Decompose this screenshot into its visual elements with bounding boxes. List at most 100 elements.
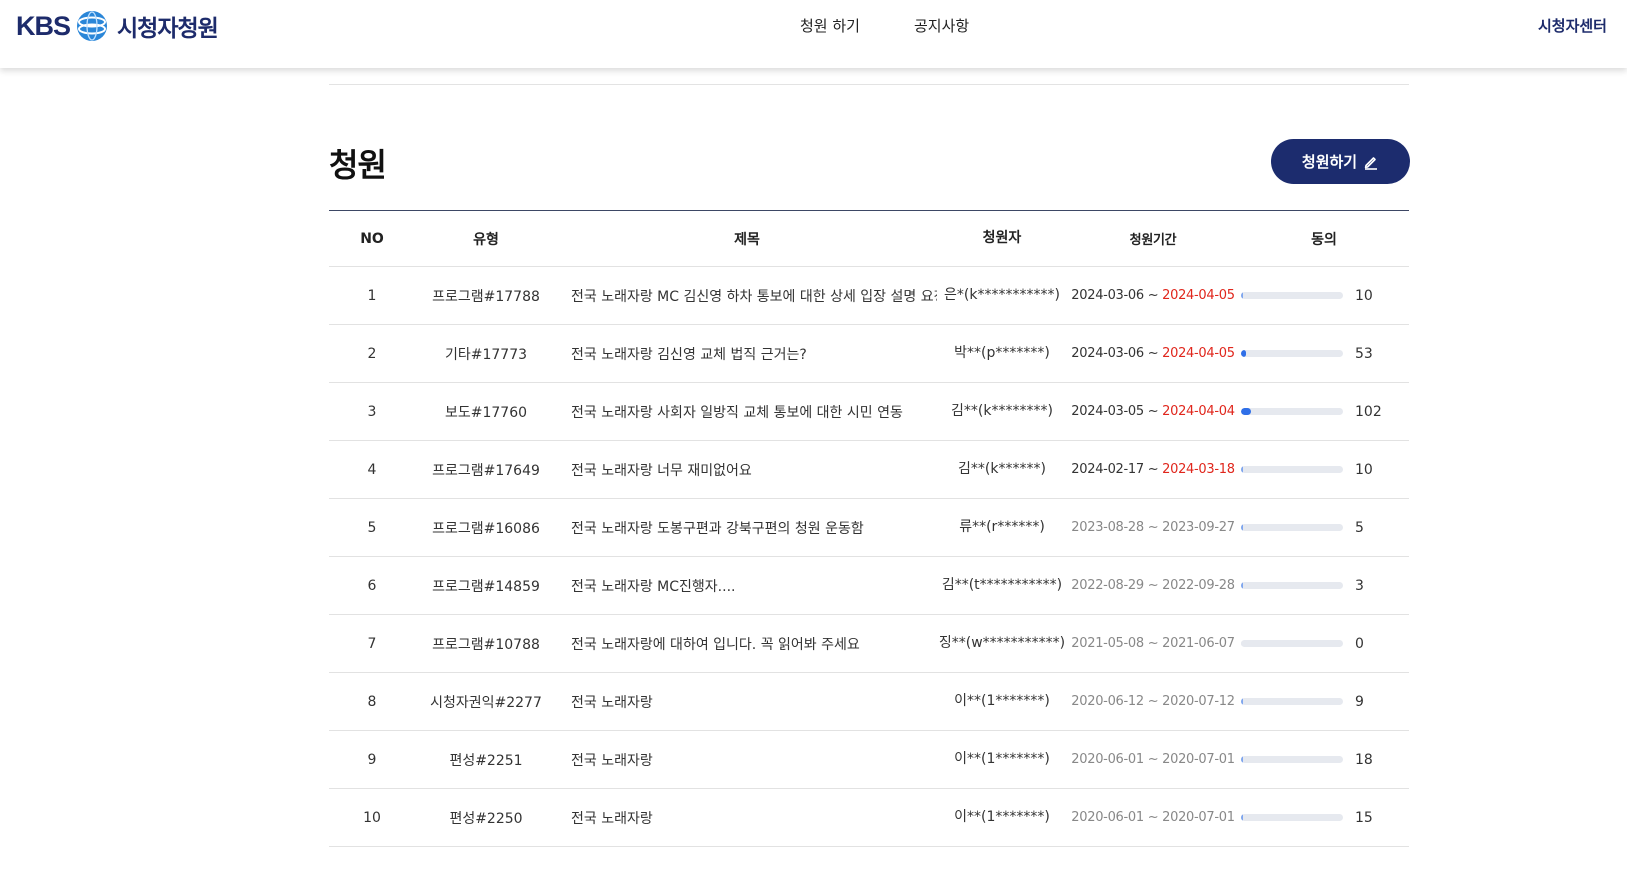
row-type: 프로그램#14859 [432, 578, 540, 595]
period-end: 2020-07-01 [1162, 810, 1235, 825]
table-row[interactable]: 2 기타#17773 전국 노래자랑 김신영 교체 법직 근거는? 박**(p****… [329, 325, 1409, 383]
row-period: 2022-08-29 ~ 2022-09-28 [1067, 578, 1239, 593]
agree-count: 10 [1355, 287, 1373, 304]
agree-progress-bar [1241, 292, 1343, 299]
agree-count: 9 [1355, 693, 1364, 710]
period-start: 2020-06-01 [1071, 752, 1144, 767]
row-type: 편성#2250 [449, 810, 523, 827]
row-no: 6 [367, 577, 377, 594]
nav-petition[interactable]: 청원 하기 [800, 15, 860, 36]
period-separator: ~ [1143, 404, 1163, 419]
kbs-logo[interactable]: KBS 시청자청원 [16, 8, 219, 44]
agree-progress-fill [1241, 698, 1243, 705]
row-author: 은*(k***********) [944, 287, 1060, 303]
period-start: 2024-03-06 [1071, 288, 1144, 303]
write-petition-button-label: 청원하기 [1301, 153, 1358, 171]
period-separator: ~ [1143, 462, 1163, 477]
row-title-link[interactable]: 전국 노래자랑 김신영 교체 법직 근거는? [557, 344, 937, 364]
row-author: 이**(1*******) [954, 809, 1050, 825]
col-header-agree: 동의 [1311, 231, 1337, 248]
divider [329, 84, 1409, 85]
agree-progress-fill [1241, 408, 1251, 415]
agree-progress-fill [1241, 640, 1242, 647]
agree-progress-bar [1241, 408, 1343, 415]
period-end: 2023-09-27 [1162, 520, 1235, 535]
row-period: 2024-03-05 ~ 2024-04-04 [1067, 404, 1239, 419]
row-agree: 18 [1239, 752, 1409, 768]
row-author: 류**(r******) [959, 519, 1045, 535]
row-no: 4 [367, 461, 377, 478]
row-period: 2021-05-08 ~ 2021-06-07 [1067, 636, 1239, 651]
agree-count: 0 [1355, 635, 1364, 652]
site-header: KBS 시청자청원 청원 하기 공지사항 시청자센터 [0, 0, 1627, 68]
page-title: 청원 [329, 146, 387, 184]
agree-count: 10 [1355, 461, 1373, 478]
row-title-link[interactable]: 전국 노래자랑 [557, 692, 937, 712]
row-period: 2024-03-06 ~ 2024-04-05 [1067, 288, 1239, 303]
row-title-link[interactable]: 전국 노래자랑 [557, 750, 937, 770]
period-end: 2024-04-05 [1162, 346, 1235, 361]
row-no: 2 [367, 345, 377, 362]
viewer-center-link[interactable]: 시청자센터 [1538, 15, 1607, 36]
row-title-link[interactable]: 전국 노래자랑 MC 김신영 하차 통보에 대한 상세 입장 설명 요청 [557, 286, 937, 306]
period-end: 2020-07-01 [1162, 752, 1235, 767]
table-row[interactable]: 7 프로그램#10788 전국 노래자랑에 대하여 입니다. 꼭 읽어봐 주세요 징*… [329, 615, 1409, 673]
row-no: 7 [367, 635, 377, 652]
row-type: 시청자권익#2277 [430, 694, 542, 711]
agree-count: 5 [1355, 519, 1364, 536]
row-title-link[interactable]: 전국 노래자랑에 대하여 입니다. 꼭 읽어봐 주세요 [557, 634, 937, 654]
period-end: 2021-06-07 [1162, 636, 1235, 651]
table-row[interactable]: 5 프로그램#16086 전국 노래자랑 도봉구편과 강북구편의 청원 운동함 류**… [329, 499, 1409, 557]
table-body: 1 프로그램#17788 전국 노래자랑 MC 김신영 하차 통보에 대한 상세 입… [329, 267, 1409, 847]
agree-progress-bar [1241, 814, 1343, 821]
period-separator: ~ [1143, 810, 1163, 825]
row-agree: 53 [1239, 346, 1409, 362]
col-header-title: 제목 [734, 231, 760, 248]
kbs-logo-text: KBS [16, 10, 71, 41]
agree-count: 18 [1355, 751, 1373, 768]
row-type: 프로그램#17788 [432, 288, 540, 305]
row-period: 2024-03-06 ~ 2024-04-05 [1067, 346, 1239, 361]
row-title-link[interactable]: 전국 노래자랑 너무 재미없어요 [557, 460, 937, 480]
table-row[interactable]: 1 프로그램#17788 전국 노래자랑 MC 김신영 하차 통보에 대한 상세 입… [329, 267, 1409, 325]
table-row[interactable]: 4 프로그램#17649 전국 노래자랑 너무 재미없어요 김**(k******) 2… [329, 441, 1409, 499]
nav-notice[interactable]: 공지사항 [914, 15, 969, 36]
agree-progress-fill [1241, 814, 1243, 821]
period-separator: ~ [1143, 578, 1163, 593]
period-end: 2020-07-12 [1162, 694, 1235, 709]
table-row[interactable]: 8 시청자권익#2277 전국 노래자랑 이**(1*******) 2020-06-1… [329, 673, 1409, 731]
period-start: 2024-03-06 [1071, 346, 1144, 361]
row-type: 기타#17773 [444, 346, 528, 363]
row-author: 박**(p*******) [954, 345, 1050, 361]
pencil-icon [1364, 156, 1378, 170]
write-petition-button[interactable]: 청원하기 [1271, 139, 1410, 184]
agree-progress-bar [1241, 582, 1343, 589]
agree-progress-fill [1241, 582, 1243, 589]
row-no: 3 [367, 403, 377, 420]
row-agree: 15 [1239, 810, 1409, 826]
row-period: 2024-02-17 ~ 2024-03-18 [1067, 462, 1239, 477]
table-row[interactable]: 10 편성#2250 전국 노래자랑 이**(1*******) 2020-06-01 … [329, 789, 1409, 847]
agree-progress-fill [1241, 466, 1243, 473]
period-start: 2024-02-17 [1071, 462, 1144, 477]
site-name: 시청자청원 [117, 16, 219, 42]
period-end: 2024-04-05 [1162, 288, 1235, 303]
row-title-link[interactable]: 전국 노래자랑 MC진행자.... [557, 576, 937, 596]
period-start: 2023-08-28 [1071, 520, 1144, 535]
row-no: 10 [363, 809, 381, 826]
row-title-link[interactable]: 전국 노래자랑 도봉구편과 강북구편의 청원 운동함 [557, 518, 937, 538]
agree-progress-bar [1241, 640, 1343, 647]
agree-progress-bar [1241, 524, 1343, 531]
row-no: 8 [367, 693, 377, 710]
table-row[interactable]: 9 편성#2251 전국 노래자랑 이**(1*******) 2020-06-01 ~… [329, 731, 1409, 789]
row-author: 김**(k******) [958, 461, 1046, 477]
row-title-link[interactable]: 전국 노래자랑 사회자 일방직 교체 통보에 대한 시민 연동 [557, 402, 937, 422]
row-title-link[interactable]: 전국 노래자랑 [557, 808, 937, 828]
agree-count: 15 [1355, 809, 1373, 826]
table-row[interactable]: 6 프로그램#14859 전국 노래자랑 MC진행자.... 김**(t*******… [329, 557, 1409, 615]
period-end: 2022-09-28 [1162, 578, 1235, 593]
table-row[interactable]: 3 보도#17760 전국 노래자랑 사회자 일방직 교체 통보에 대한 시민 연동… [329, 383, 1409, 441]
row-agree: 0 [1239, 636, 1409, 652]
row-period: 2023-08-28 ~ 2023-09-27 [1067, 520, 1239, 535]
row-type: 프로그램#16086 [432, 520, 540, 537]
